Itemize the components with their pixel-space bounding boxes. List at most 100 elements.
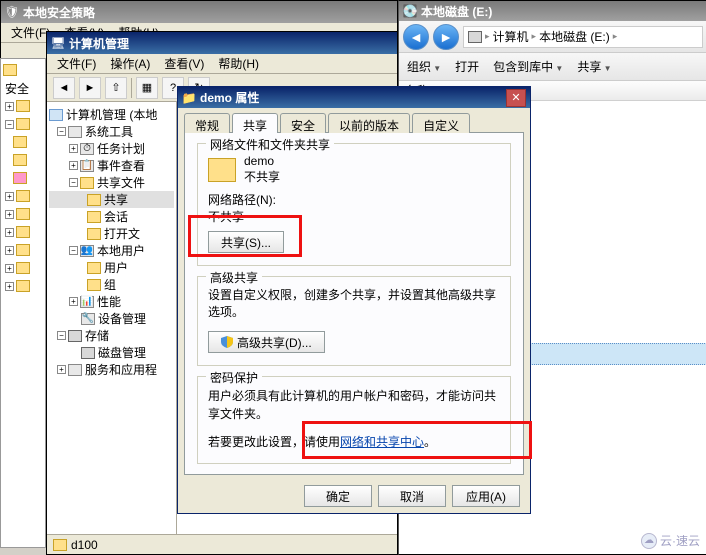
g2-desc: 设置自定义权限，创建多个共享，并设置其他高级共享选项。	[208, 287, 500, 321]
watermark-icon: ☁	[641, 533, 657, 549]
netpath-value: 不共享	[208, 208, 500, 225]
openfiles-icon	[87, 228, 101, 240]
tb-props-icon[interactable]: ▦	[136, 77, 158, 99]
nav-back-button[interactable]: ◄	[403, 24, 429, 50]
folder-icon: 📁	[182, 91, 196, 105]
tree-event[interactable]: 事件查看	[97, 157, 145, 174]
tab-previous[interactable]: 以前的版本	[328, 113, 410, 133]
group-network-sharing: 网络文件和文件夹共享 demo 不共享 网络路径(N): 不共享 共享(S)..…	[197, 143, 511, 266]
share-folder-icon	[208, 158, 236, 182]
g2-title: 高级共享	[206, 269, 262, 286]
diskmgr-icon	[81, 347, 95, 359]
share-status: 不共享	[244, 168, 280, 185]
tree-devmgr[interactable]: 设备管理	[98, 310, 146, 327]
cm-menu-view[interactable]: 查看(V)	[158, 53, 210, 74]
address-bar[interactable]: ▸ 计算机 ▸ 本地磁盘 (E:) ▸	[463, 26, 703, 48]
addr-drive-icon	[468, 31, 482, 43]
footer-text: d100	[71, 538, 98, 552]
secpol-title: 本地安全策略	[23, 4, 393, 21]
tab-custom[interactable]: 自定义	[412, 113, 470, 133]
advanced-share-button[interactable]: 高级共享(D)...	[208, 331, 325, 353]
apply-button[interactable]: 应用(A)	[452, 485, 520, 507]
g3-line2b: 。	[424, 435, 436, 449]
tab-sharing[interactable]: 共享	[232, 113, 278, 133]
tree-shared[interactable]: 共享文件	[97, 174, 145, 191]
tb-fwd-icon[interactable]: ►	[79, 77, 101, 99]
close-button[interactable]: ✕	[506, 89, 526, 107]
tree-systools[interactable]: 系统工具	[85, 123, 133, 140]
dlg-title: demo 属性	[200, 89, 506, 106]
user-icon	[87, 262, 101, 274]
tree-services[interactable]: 服务和应用程	[85, 361, 157, 378]
secpol-titlebar: 🛡 本地安全策略	[1, 1, 397, 23]
cm-title: 计算机管理	[69, 35, 393, 52]
group-password: 密码保护 用户必须具有此计算机的用户帐户和密码，才能访问共享文件夹。 若要更改此…	[197, 376, 511, 464]
exp-navbar: ◄ ► ▸ 计算机 ▸ 本地磁盘 (E:) ▸	[399, 21, 706, 53]
exp-title: 本地磁盘 (E:)	[421, 3, 703, 20]
tab-security[interactable]: 安全	[280, 113, 326, 133]
tree-root[interactable]: 计算机管理 (本地	[66, 106, 157, 123]
tree-open[interactable]: 打开文	[104, 225, 140, 242]
watermark-text: 云·速云	[660, 532, 700, 549]
share-button[interactable]: 共享(S)...	[208, 231, 284, 253]
share-icon	[87, 194, 101, 206]
cm-menu-file[interactable]: 文件(F)	[51, 53, 102, 74]
cmd-library[interactable]: 包含到库中	[493, 58, 563, 75]
tree-task[interactable]: 任务计划	[97, 140, 145, 157]
session-icon	[87, 211, 101, 223]
advanced-share-label: 高级共享(D)...	[237, 334, 312, 351]
bc-computer[interactable]: 计算机	[493, 28, 529, 45]
exp-cmdbar: 组织 打开 包含到库中 共享	[399, 53, 706, 81]
tree-group[interactable]: 组	[104, 276, 116, 293]
drive-icon: 💽	[403, 4, 417, 18]
secpol-root[interactable]: 安全	[5, 80, 29, 97]
tree-storage[interactable]: 存储	[85, 327, 109, 344]
ok-button[interactable]: 确定	[304, 485, 372, 507]
tree-perf[interactable]: 性能	[97, 293, 121, 310]
tb-back-icon[interactable]: ◄	[53, 77, 75, 99]
event-icon: 📋	[80, 160, 94, 172]
tree-share[interactable]: 共享	[104, 191, 128, 208]
tree-diskmgr[interactable]: 磁盘管理	[98, 344, 146, 361]
computer-icon	[49, 109, 63, 121]
tb-up-icon[interactable]: ⇧	[105, 77, 127, 99]
g3-line2a: 若要更改此设置，请使用	[208, 435, 340, 449]
dialog-buttons: 确定 取消 应用(A)	[178, 479, 530, 513]
properties-dialog: 📁 demo 属性 ✕ 常规 共享 安全 以前的版本 自定义 网络文件和文件夹共…	[177, 86, 531, 514]
share-name: demo	[244, 154, 280, 168]
users-icon: 👥	[80, 245, 94, 257]
exp-titlebar[interactable]: 💽 本地磁盘 (E:)	[399, 1, 706, 21]
cm-titlebar[interactable]: 🖥 计算机管理	[47, 32, 397, 54]
shield-icon	[221, 336, 233, 348]
g3-title: 密码保护	[206, 369, 262, 386]
devmgr-icon: 🔧	[81, 313, 95, 325]
tab-body: 网络文件和文件夹共享 demo 不共享 网络路径(N): 不共享 共享(S)..…	[184, 132, 524, 475]
secpol-tree[interactable]: 安全 + − + + + + + +	[0, 58, 46, 548]
storage-icon	[68, 330, 82, 342]
footer-folder-icon	[53, 539, 67, 551]
cmd-organize[interactable]: 组织	[407, 58, 441, 75]
watermark: ☁ 云·速云	[641, 532, 700, 549]
shared-icon	[80, 177, 94, 189]
secpol-icon: 🛡	[5, 5, 19, 19]
nav-fwd-button[interactable]: ►	[433, 24, 459, 50]
tree-user[interactable]: 用户	[104, 259, 128, 276]
g3-line1: 用户必须具有此计算机的用户帐户和密码，才能访问共享文件夹。	[208, 387, 500, 423]
cmd-share[interactable]: 共享	[577, 58, 611, 75]
cm-menu-action[interactable]: 操作(A)	[104, 53, 156, 74]
tree-local[interactable]: 本地用户	[97, 242, 145, 259]
cancel-button[interactable]: 取消	[378, 485, 446, 507]
dlg-titlebar[interactable]: 📁 demo 属性 ✕	[178, 87, 530, 108]
netpath-label: 网络路径(N):	[208, 191, 500, 208]
tree-session[interactable]: 会话	[104, 208, 128, 225]
cmd-open[interactable]: 打开	[455, 58, 479, 75]
tab-general[interactable]: 常规	[184, 113, 230, 133]
cm-icon: 🖥	[51, 36, 65, 50]
group-icon	[87, 279, 101, 291]
cm-tree[interactable]: 计算机管理 (本地 −系统工具 +⏱任务计划 +📋事件查看 −共享文件 共享 会…	[47, 102, 177, 534]
bc-drive[interactable]: 本地磁盘 (E:)	[539, 28, 610, 45]
services-icon	[68, 364, 82, 376]
cm-menubar: 文件(F) 操作(A) 查看(V) 帮助(H)	[47, 54, 397, 74]
network-center-link[interactable]: 网络和共享中心	[340, 435, 424, 449]
cm-menu-help[interactable]: 帮助(H)	[212, 53, 265, 74]
